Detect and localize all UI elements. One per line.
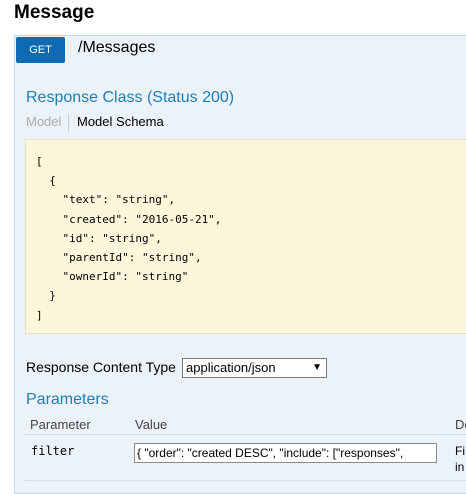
- table-row: filter { "order": "created DESC", "inclu…: [25, 436, 466, 481]
- column-header-description: De: [455, 417, 466, 432]
- operation-heading[interactable]: GET /Messages: [15, 36, 466, 64]
- response-class-heading: Response Class (Status 200): [26, 89, 235, 106]
- content-type-selected-value: application/json: [186, 360, 276, 375]
- tab-divider: [68, 114, 69, 132]
- section-title[interactable]: Message: [14, 2, 94, 24]
- response-content-type-label: Response Content Type: [26, 359, 176, 375]
- param-description-line: Fi: [455, 444, 465, 458]
- parameters-heading: Parameters: [26, 391, 109, 408]
- param-description: Fi in: [455, 443, 465, 475]
- http-method-badge[interactable]: GET: [16, 37, 65, 63]
- tab-model[interactable]: Model: [26, 114, 61, 129]
- param-description-line: in: [455, 460, 465, 474]
- param-name: filter: [31, 444, 75, 458]
- response-content-type-select[interactable]: application/json ▼: [182, 358, 327, 378]
- tab-model-schema[interactable]: Model Schema: [77, 114, 164, 129]
- schema-json: [ { "text": "string", "created": "2016-0…: [36, 155, 222, 322]
- filter-value-input[interactable]: { "order": "created DESC", "include": ["…: [134, 443, 437, 463]
- operation-panel: GET /Messages Response Class (Status 200…: [14, 35, 466, 494]
- column-header-parameter: Parameter: [30, 417, 91, 432]
- endpoint-path[interactable]: /Messages: [78, 39, 155, 57]
- model-schema-box[interactable]: [ { "text": "string", "created": "2016-0…: [25, 139, 466, 334]
- parameters-table-header: Parameter Value De: [25, 415, 466, 435]
- column-header-value: Value: [135, 417, 168, 432]
- chevron-down-icon: ▼: [312, 362, 322, 373]
